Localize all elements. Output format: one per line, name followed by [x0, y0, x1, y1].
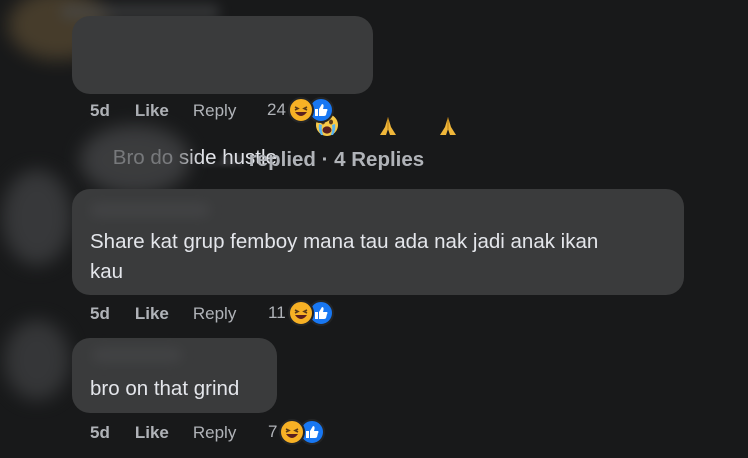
blurred-avatar	[80, 125, 190, 195]
like-button[interactable]: Like	[135, 101, 169, 121]
reaction-count: 7	[268, 422, 278, 441]
haha-reaction-icon	[279, 419, 306, 445]
blurred-author-name	[90, 203, 210, 217]
reply-button[interactable]: Reply	[193, 423, 236, 443]
comment-actions: 5d Like Reply	[90, 423, 236, 443]
like-button[interactable]: Like	[135, 423, 169, 443]
reply-button[interactable]: Reply	[193, 101, 236, 121]
reaction-count: 11	[268, 303, 286, 322]
like-button[interactable]: Like	[135, 304, 169, 324]
reaction-summary[interactable]: 11	[268, 300, 334, 326]
reply-button[interactable]: Reply	[193, 304, 236, 324]
blurred-avatar	[2, 170, 72, 265]
comments-section: Bro do side hustle 5d Like Reply 24 ...a…	[0, 0, 748, 458]
reaction-count: 24	[267, 100, 286, 119]
comment-timestamp[interactable]: 5d	[90, 101, 110, 121]
comment-timestamp[interactable]: 5d	[90, 423, 110, 443]
comment-text: Share kat grup femboy mana tau ada nak j…	[90, 230, 599, 283]
comment-actions: 5d Like Reply	[90, 304, 236, 324]
view-replies-link[interactable]: ...an replied · 4 Replies	[202, 148, 424, 172]
comment-timestamp[interactable]: 5d	[90, 304, 110, 324]
blurred-avatar	[4, 320, 70, 400]
replies-count-text: replied · 4 Replies	[248, 148, 425, 171]
haha-reaction-icon	[287, 97, 314, 123]
replier-name: ...an	[202, 148, 244, 171]
haha-reaction-icon	[287, 300, 314, 326]
blurred-author-name	[92, 348, 182, 362]
comment-actions: 5d Like Reply	[90, 101, 236, 121]
reaction-summary[interactable]: 7	[268, 419, 326, 445]
reaction-summary[interactable]: 24	[267, 97, 334, 123]
comment-text: bro on that grind	[90, 377, 240, 400]
